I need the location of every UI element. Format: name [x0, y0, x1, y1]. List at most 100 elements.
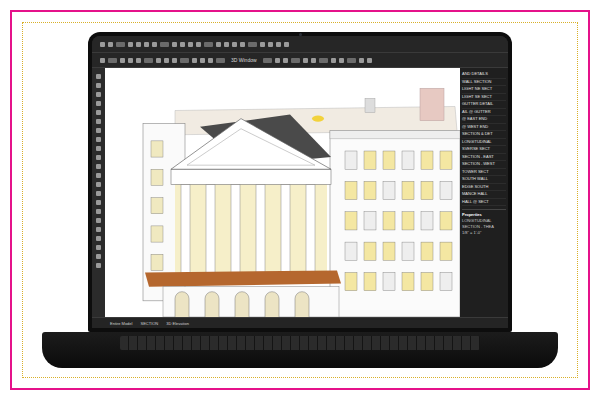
resource-item[interactable]: TOWER SECT: [462, 169, 506, 177]
resource-item[interactable]: LONGITUDINAL: [462, 139, 506, 147]
tool-icon[interactable]: [144, 42, 149, 47]
resource-item[interactable]: AND DETAILS: [462, 71, 506, 79]
tool-icon[interactable]: [152, 42, 157, 47]
palette-tool-icon[interactable]: [96, 182, 101, 187]
resource-item[interactable]: @ EAST END: [462, 116, 506, 124]
view-tool-icon[interactable]: [311, 58, 316, 63]
view-tool-icon[interactable]: [200, 58, 205, 63]
palette-tool-icon[interactable]: [96, 137, 101, 142]
view-tool-icon[interactable]: [172, 58, 177, 63]
palette-tool-icon[interactable]: [96, 128, 101, 133]
view-tool-icon[interactable]: [136, 58, 141, 63]
view-tool-icon[interactable]: [120, 58, 125, 63]
tool-icon[interactable]: [248, 42, 257, 47]
palette-tool-icon[interactable]: [96, 164, 101, 169]
building-model-drawing[interactable]: [105, 68, 460, 317]
property-line[interactable]: 1/8" = 1'-0": [462, 230, 506, 236]
view-tool-icon[interactable]: [192, 58, 197, 63]
tool-icon[interactable]: [232, 42, 237, 47]
view-tool-icon[interactable]: [144, 58, 153, 63]
tool-icon[interactable]: [284, 42, 289, 47]
resource-item[interactable]: GUTTER DETAIL: [462, 101, 506, 109]
view-tool-icon[interactable]: [291, 58, 300, 63]
resource-item[interactable]: @ WEST END: [462, 124, 506, 132]
tool-icon[interactable]: [196, 42, 201, 47]
palette-tool-icon[interactable]: [96, 92, 101, 97]
resource-item[interactable]: WALL SECTION: [462, 79, 506, 87]
palette-tool-icon[interactable]: [96, 155, 101, 160]
resource-item[interactable]: SECTION - WEST: [462, 161, 506, 169]
palette-tool-icon[interactable]: [96, 173, 101, 178]
tool-icon[interactable]: [136, 42, 141, 47]
palette-tool-icon[interactable]: [96, 218, 101, 223]
tool-icon[interactable]: [204, 42, 213, 47]
view-toolbar: 3D Window: [92, 53, 508, 68]
tool-icon[interactable]: [268, 42, 273, 47]
view-tool-icon[interactable]: [108, 58, 117, 63]
view-tool-icon[interactable]: [208, 58, 213, 63]
palette-tool-icon[interactable]: [96, 146, 101, 151]
view-tool-icon[interactable]: [156, 58, 161, 63]
resource-item[interactable]: AIL @ GUTTER: [462, 109, 506, 117]
resource-item[interactable]: LIGHT SE SECT: [462, 94, 506, 102]
view-label[interactable]: 3D Window: [228, 57, 260, 63]
view-tool-icon[interactable]: [100, 58, 105, 63]
property-line[interactable]: LONGITUDINAL: [462, 218, 506, 224]
view-tool-icon[interactable]: [164, 58, 169, 63]
palette-tool-icon[interactable]: [96, 191, 101, 196]
resource-item[interactable]: SECTION & DET: [462, 131, 506, 139]
tool-icon[interactable]: [260, 42, 265, 47]
view-tool-icon[interactable]: [347, 58, 356, 63]
tool-icon[interactable]: [224, 42, 229, 47]
view-tool-icon[interactable]: [359, 58, 364, 63]
palette-tool-icon[interactable]: [96, 83, 101, 88]
view-tool-icon[interactable]: [339, 58, 344, 63]
resource-item[interactable]: LIGHT NE SECT: [462, 86, 506, 94]
resource-item[interactable]: SECTION - EAST: [462, 154, 506, 162]
palette-tool-icon[interactable]: [96, 101, 101, 106]
resource-item[interactable]: EDGE SOUTH: [462, 184, 506, 192]
tool-icon[interactable]: [216, 42, 221, 47]
resource-item[interactable]: MANCE HALL: [462, 191, 506, 199]
tool-icon[interactable]: [116, 42, 125, 47]
tool-icon[interactable]: [240, 42, 245, 47]
view-tool-icon[interactable]: [331, 58, 336, 63]
palette-tool-icon[interactable]: [96, 74, 101, 79]
status-item[interactable]: SECTION: [140, 321, 158, 326]
status-item[interactable]: Entire Model: [110, 321, 132, 326]
tool-icon[interactable]: [172, 42, 177, 47]
tool-icon[interactable]: [100, 42, 105, 47]
view-tool-icon[interactable]: [367, 58, 372, 63]
palette-tool-icon[interactable]: [96, 209, 101, 214]
view-tool-icon[interactable]: [216, 58, 225, 63]
property-line[interactable]: SECTION - THEA: [462, 224, 506, 230]
view-tool-icon[interactable]: [128, 58, 133, 63]
resource-item[interactable]: SOUTH WALL: [462, 176, 506, 184]
palette-tool-icon[interactable]: [96, 263, 101, 268]
palette-tool-icon[interactable]: [96, 245, 101, 250]
palette-tool-icon[interactable]: [96, 254, 101, 259]
view-tool-icon[interactable]: [180, 58, 189, 63]
tool-icon[interactable]: [276, 42, 281, 47]
drawing-viewport[interactable]: [105, 68, 460, 317]
palette-tool-icon[interactable]: [96, 227, 101, 232]
palette-tool-icon[interactable]: [96, 200, 101, 205]
view-tool-icon[interactable]: [303, 58, 308, 63]
tool-icon[interactable]: [160, 42, 169, 47]
view-tool-icon[interactable]: [263, 58, 272, 63]
palette-tool-icon[interactable]: [96, 119, 101, 124]
tool-icon[interactable]: [188, 42, 193, 47]
laptop-screen: 3D Window AND DETAILSWALL SECTIONLIGHT NE…: [88, 32, 512, 332]
palette-tool-icon[interactable]: [96, 110, 101, 115]
resource-item[interactable]: SVERSE SECT: [462, 146, 506, 154]
view-tool-icon[interactable]: [275, 58, 280, 63]
resource-item[interactable]: HALL @ SECT: [462, 199, 506, 207]
palette-tool-icon[interactable]: [96, 236, 101, 241]
camera-icon: [299, 33, 302, 36]
view-tool-icon[interactable]: [283, 58, 288, 63]
tool-icon[interactable]: [128, 42, 133, 47]
view-tool-icon[interactable]: [319, 58, 328, 63]
tool-icon[interactable]: [180, 42, 185, 47]
tool-icon[interactable]: [108, 42, 113, 47]
status-item[interactable]: 3D Elevation: [166, 321, 189, 326]
